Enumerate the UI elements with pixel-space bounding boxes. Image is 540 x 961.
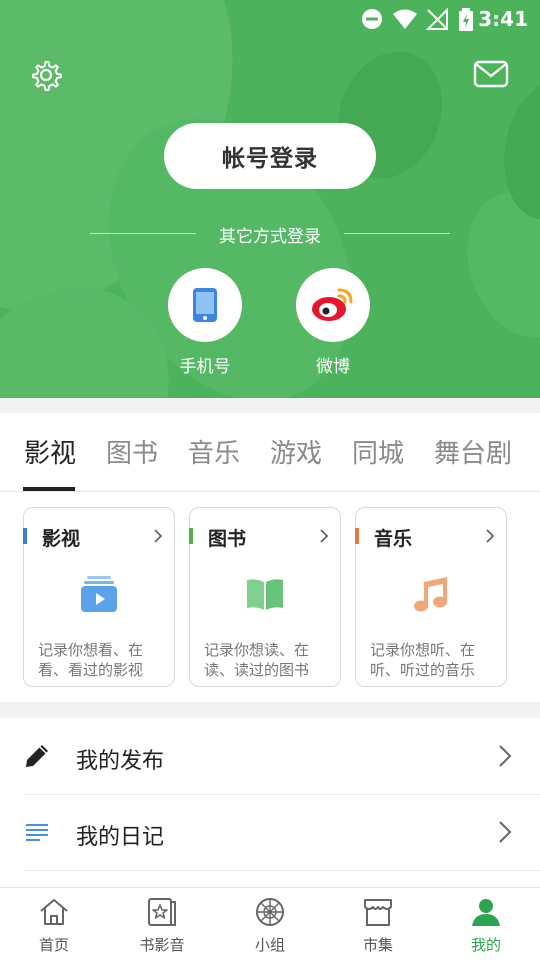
account-login-button[interactable]: 帐号登录: [164, 123, 376, 189]
card-title: 图书: [208, 528, 247, 550]
chevron-right-icon: [154, 529, 163, 543]
tab-books[interactable]: 图书: [106, 433, 158, 470]
battery-icon: [459, 8, 473, 31]
video-stack-icon: [81, 576, 117, 612]
nav-label: 我的: [470, 936, 501, 954]
card-description: 记录你想读、在读、读过的图书: [204, 641, 310, 679]
chevron-right-icon: [499, 745, 512, 767]
card-title: 影视: [42, 528, 81, 550]
open-book-icon: [247, 579, 283, 610]
card-title: 音乐: [374, 528, 413, 550]
profile-menu: 我的发布 我的日记: [0, 718, 540, 888]
bottom-navigation: 首页 书影音 小组 市集 我的: [0, 887, 540, 961]
tab-music[interactable]: 音乐: [188, 433, 240, 470]
menu-my-diary[interactable]: 我的日记: [0, 795, 540, 871]
no-signal-icon: [426, 8, 448, 30]
music-note-icon: [414, 577, 447, 612]
nav-label: 书影音: [139, 936, 185, 954]
home-icon: [40, 899, 68, 925]
card-accent-bar: [189, 528, 193, 544]
menu-my-posts[interactable]: 我的发布: [0, 719, 540, 795]
menu-divider: [24, 870, 540, 871]
nav-books-movies-music[interactable]: 书影音: [108, 888, 216, 961]
list-lines-icon: [26, 824, 48, 841]
tab-movies[interactable]: 影视: [24, 433, 76, 470]
star-book-icon: [148, 898, 176, 926]
menu-label: 我的日记: [76, 825, 165, 850]
menu-label: 我的发布: [76, 749, 165, 774]
active-tab-indicator: [23, 487, 75, 491]
card-books[interactable]: 图书 记录你想读、在读、读过的图书: [189, 507, 341, 687]
phone-icon: [193, 288, 217, 322]
person-icon: [472, 899, 500, 926]
weibo-icon: [312, 288, 353, 321]
other-login-label: 其它方式登录: [219, 227, 321, 247]
category-cards: 影视 记录你想看、在看、看过的影视 图书 记录你想读、在读、读过的图书 音乐 记…: [0, 492, 540, 702]
nav-mine[interactable]: 我的: [432, 888, 540, 961]
nav-market[interactable]: 市集: [324, 888, 432, 961]
status-bar: 3:41: [0, 0, 540, 36]
phone-login-label: 手机号: [179, 357, 231, 377]
phone-login-button[interactable]: [168, 268, 242, 342]
card-accent-bar: [23, 528, 27, 544]
mail-icon[interactable]: [473, 60, 509, 88]
card-music[interactable]: 音乐 记录你想听、在听、听过的音乐: [355, 507, 507, 687]
tab-drama[interactable]: 舞台剧: [434, 433, 512, 470]
chevron-right-icon: [499, 821, 512, 843]
weibo-login-button[interactable]: [296, 268, 370, 342]
nav-home[interactable]: 首页: [0, 888, 108, 961]
card-accent-bar: [355, 528, 359, 544]
tab-local[interactable]: 同城: [352, 433, 404, 470]
chevron-right-icon: [320, 529, 329, 543]
card-description: 记录你想听、在听、听过的音乐: [370, 641, 476, 679]
chevron-right-icon: [486, 529, 495, 543]
ball-icon: [256, 898, 284, 926]
nav-label: 小组: [254, 936, 285, 954]
dnd-icon: [362, 9, 382, 29]
nav-label: 市集: [362, 936, 393, 954]
shop-icon: [364, 899, 392, 926]
nav-label: 首页: [38, 936, 69, 954]
tab-games[interactable]: 游戏: [270, 433, 322, 470]
card-description: 记录你想看、在看、看过的影视: [38, 641, 144, 679]
wifi-icon: [393, 9, 417, 29]
category-tabs: 影视 图书 音乐 游戏 同城 舞台剧: [0, 413, 540, 492]
pencil-icon: [26, 745, 48, 767]
login-header: 3:41 帐号登录 其它方式登录 手机号 微博: [0, 0, 540, 398]
status-time: 3:41: [478, 7, 528, 31]
settings-gear-icon[interactable]: [30, 59, 62, 91]
weibo-login-label: 微博: [316, 357, 350, 377]
nav-groups[interactable]: 小组: [216, 888, 324, 961]
card-movies[interactable]: 影视 记录你想看、在看、看过的影视: [23, 507, 175, 687]
